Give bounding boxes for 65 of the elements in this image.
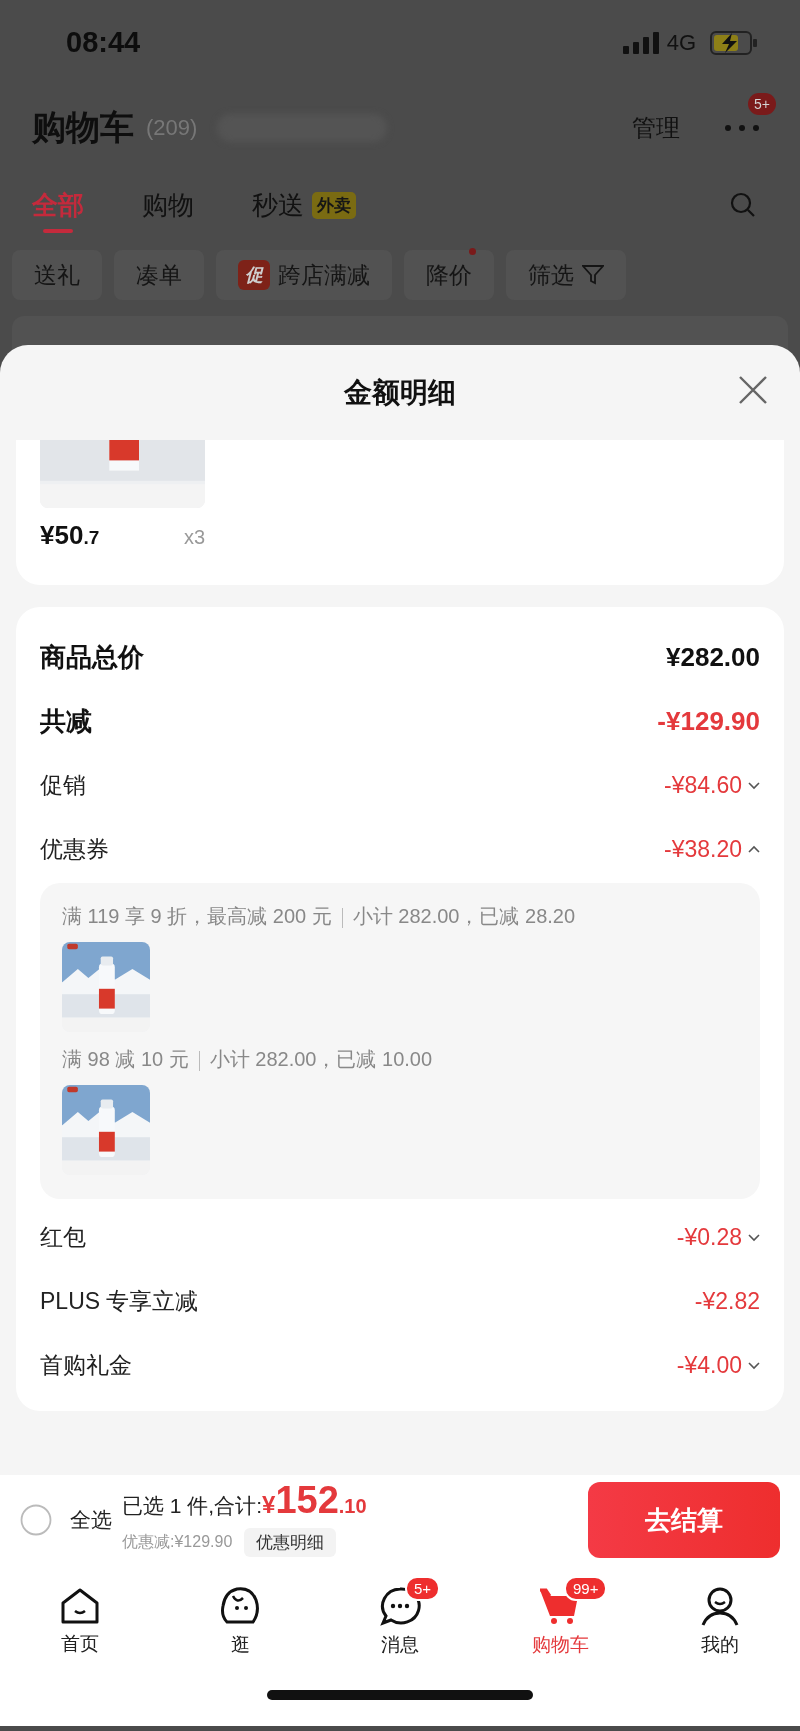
row-label: 共减 [40,704,92,738]
row-label: 红包 [40,1222,86,1252]
price-decimal: .7 [83,527,100,549]
select-all-label[interactable]: 全选 [70,1506,112,1534]
total-amount: 152 [275,1479,339,1522]
tab-bar-item[interactable]: 99+ 购物车 [480,1572,640,1658]
chip-label: 筛选 [528,260,574,290]
tab[interactable]: 购物 [142,175,194,235]
row-amount: ¥282.00 [666,641,760,673]
manage-link[interactable]: 管理 [632,111,680,144]
row-amount: -¥0.28 [676,1223,742,1251]
row-label: PLUS 专享立减 [40,1286,199,1316]
chevron-down-icon[interactable] [748,1360,760,1370]
tag: 外卖 [312,191,356,219]
row-amount: -¥38.20 [664,835,742,863]
amount-decimal: .10 [338,1495,367,1518]
page-title: 购物车 [32,106,134,148]
coupon-subtotal: 小计 282.00，已减 10.00 [209,1048,433,1070]
coupon-rule: 满 119 享 9 折，最高减 200 元 [62,905,332,927]
coupon-rule: 满 98 减 10 元 [62,1048,189,1070]
count-badge: 5+ [405,1576,441,1601]
quantity-label: x3 [183,526,205,549]
row-amount: -¥4.00 [676,1351,742,1379]
discount-detail-button[interactable]: 优惠明细 [244,1528,337,1557]
row-label: 优惠券 [40,834,109,864]
chip-label: 跨店满减 [278,260,370,290]
product-price: ¥50 [40,520,84,551]
promo-tag: 促 [238,260,270,290]
selection-summary: 已选 1 件,合计: [122,1493,263,1519]
coupon-subtotal: 小计 282.00，已减 28.20 [352,905,576,927]
tab[interactable]: 秒送 [252,175,304,235]
tab-bar-item[interactable]: 5+ 消息 [320,1572,480,1658]
currency-symbol: ¥ [262,1491,276,1519]
filter-chip[interactable]: 凑单 [114,250,204,300]
tab-bar-item[interactable]: 逛 [160,1572,320,1658]
tab-bar-item[interactable]: 我的 [640,1572,800,1658]
battery-icon [710,30,758,55]
filter-icon [582,265,604,285]
row-label: 首购礼金 [40,1350,132,1380]
tab-bar-item[interactable]: 首页 [0,1573,160,1657]
network-label: 4G [666,29,696,56]
close-icon[interactable] [738,375,768,405]
chevron-down-icon[interactable] [748,1232,760,1242]
row-amount: -¥129.90 [657,705,760,737]
count-badge: 99+ [564,1576,608,1601]
discount-total: 优惠减:¥129.90 [122,1532,233,1552]
filter-chip[interactable]: 促 跨店满减 [216,250,392,300]
filter-chip[interactable]: 降价 [404,250,494,300]
filter-chip[interactable]: 筛选 [506,250,626,300]
sheet-title: 金额明细 [344,375,456,410]
chevron-down-icon[interactable] [748,780,760,790]
row-amount: -¥84.60 [664,771,742,799]
row-label: 促销 [40,770,86,800]
person-icon [700,1586,740,1626]
checkout-button[interactable]: 去结算 [588,1482,780,1558]
home-icon [60,1587,100,1625]
row-label: 商品总价 [40,640,144,674]
filter-chip[interactable]: 送礼 [12,250,102,300]
clock: 08:44 [66,26,142,59]
row-amount: -¥2.82 [694,1287,760,1315]
chevron-up-icon[interactable] [748,844,760,854]
checkbox[interactable] [20,1504,52,1536]
notification-badge: 5+ [748,92,776,115]
face-icon [219,1586,261,1626]
signal-icon [622,31,659,54]
